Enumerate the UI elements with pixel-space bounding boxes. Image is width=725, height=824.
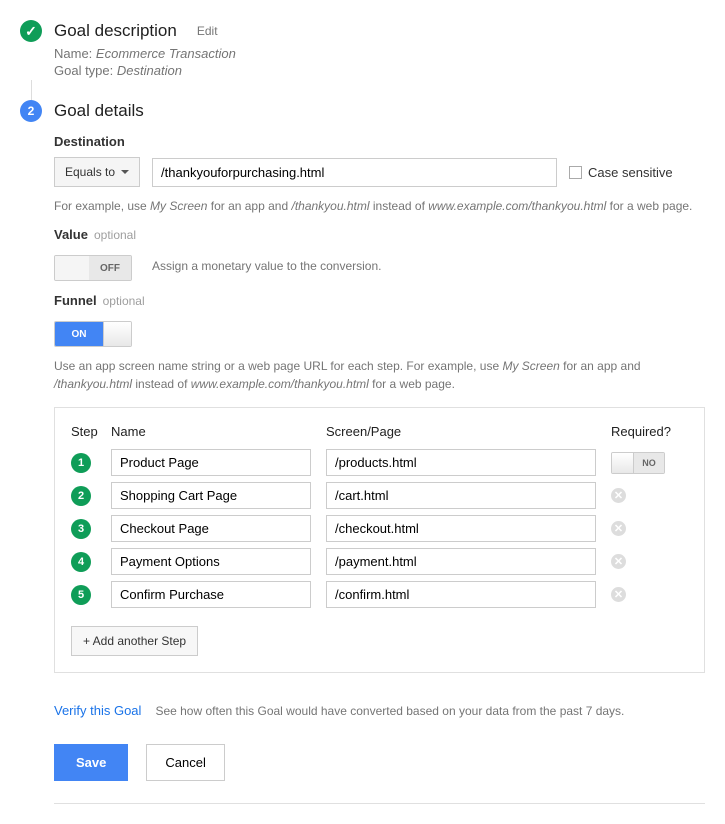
step1-title: Goal description [54, 21, 177, 41]
step-number-badge: 4 [71, 552, 91, 572]
col-step: Step [71, 424, 111, 439]
case-sensitive-checkbox[interactable] [569, 166, 582, 179]
value-description: Assign a monetary value to the conversio… [152, 259, 381, 273]
step-number-badge: 1 [71, 453, 91, 473]
value-toggle-off-label: OFF [89, 256, 131, 280]
step2-title: Goal details [54, 101, 144, 121]
remove-step-icon[interactable]: ✕ [611, 521, 626, 536]
destination-label: Destination [54, 134, 705, 149]
value-label: Valueoptional [54, 227, 705, 242]
destination-hint: For example, use My Screen for an app an… [54, 197, 705, 215]
funnel-step-row: 3 ✕ [71, 515, 688, 542]
goal-name-line: Name: Ecommerce Transaction [54, 46, 705, 61]
step-name-input[interactable] [111, 581, 311, 608]
remove-step-icon[interactable]: ✕ [611, 587, 626, 602]
value-toggle[interactable]: OFF [54, 255, 132, 281]
col-required: Required? [611, 424, 671, 439]
step-page-input[interactable] [326, 581, 596, 608]
step-name-input[interactable] [111, 515, 311, 542]
funnel-hint: Use an app screen name string or a web p… [54, 357, 705, 393]
step-name-input[interactable] [111, 548, 311, 575]
remove-step-icon[interactable]: ✕ [611, 488, 626, 503]
save-button[interactable]: Save [54, 744, 128, 781]
verify-description: See how often this Goal would have conve… [155, 704, 624, 718]
verify-goal-link[interactable]: Verify this Goal [54, 703, 141, 718]
funnel-steps-panel: Step Name Screen/Page Required? 1 NO 2 ✕… [54, 407, 705, 673]
destination-match-dropdown[interactable]: Equals to [54, 157, 140, 187]
step-number-badge: 3 [71, 519, 91, 539]
destination-match-label: Equals to [65, 165, 115, 179]
step1-complete-icon: ✓ [20, 20, 42, 42]
edit-link[interactable]: Edit [197, 24, 218, 38]
funnel-step-row: 2 ✕ [71, 482, 688, 509]
step-page-input[interactable] [326, 548, 596, 575]
goal-type-line: Goal type: Destination [54, 63, 705, 78]
step-page-input[interactable] [326, 482, 596, 509]
col-page: Screen/Page [326, 424, 611, 439]
step-page-input[interactable] [326, 449, 596, 476]
required-toggle[interactable]: NO [611, 452, 665, 474]
funnel-toggle[interactable]: ON [54, 321, 132, 347]
col-name: Name [111, 424, 326, 439]
step2-number-icon: 2 [20, 100, 42, 122]
step-name-input[interactable] [111, 449, 311, 476]
chevron-down-icon [121, 170, 129, 174]
funnel-toggle-on-label: ON [55, 322, 103, 346]
remove-step-icon[interactable]: ✕ [611, 554, 626, 569]
funnel-step-row: 5 ✕ [71, 581, 688, 608]
cancel-button[interactable]: Cancel [146, 744, 224, 781]
funnel-label: Funneloptional [54, 293, 705, 308]
case-sensitive-label: Case sensitive [588, 165, 673, 180]
step-number-badge: 5 [71, 585, 91, 605]
step-name-input[interactable] [111, 482, 311, 509]
step-number-badge: 2 [71, 486, 91, 506]
funnel-step-row: 1 NO [71, 449, 688, 476]
destination-input[interactable] [152, 158, 557, 187]
add-step-button[interactable]: + Add another Step [71, 626, 198, 656]
funnel-step-row: 4 ✕ [71, 548, 688, 575]
step-page-input[interactable] [326, 515, 596, 542]
